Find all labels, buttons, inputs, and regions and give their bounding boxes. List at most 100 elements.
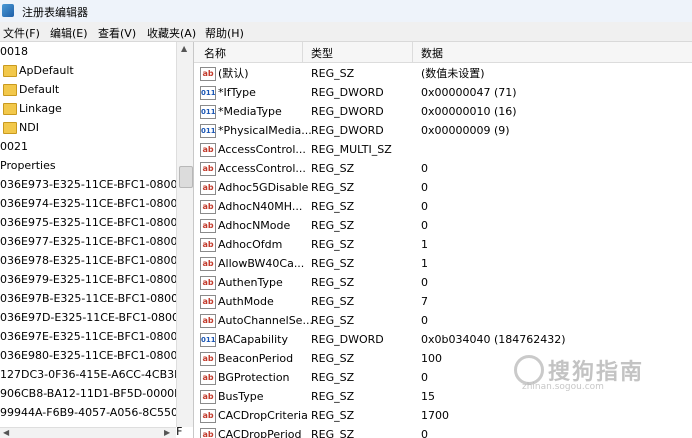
window-title: 注册表编辑器 xyxy=(22,6,88,19)
value-type: REG_SZ xyxy=(311,409,355,422)
value-name: AutoChannelSe... xyxy=(218,314,313,327)
value-data: (数值未设置) xyxy=(421,67,485,80)
tree-horizontal-scrollbar[interactable]: ◀ ▶ xyxy=(0,427,176,438)
value-data: 0 xyxy=(421,371,428,384)
value-type: REG_SZ xyxy=(311,371,355,384)
value-name: AdhocOfdm xyxy=(218,238,283,251)
value-data: 0x00000009 (9) xyxy=(421,124,510,137)
value-name: AdhocNMode xyxy=(218,219,291,232)
tree-item-label: 99944A-F6B9-4057-A056-8C5502 xyxy=(0,406,185,419)
string-value-icon: ab xyxy=(200,371,216,385)
value-data: 0 xyxy=(421,219,428,232)
tree-item-label: 036E97E-E325-11CE-BFC1-08002B xyxy=(0,330,193,343)
tree-item-label: ApDefault xyxy=(19,64,74,77)
value-data: 0 xyxy=(421,200,428,213)
value-data: 0 xyxy=(421,162,428,175)
watermark-url: zhinan.sogou.com xyxy=(522,382,604,392)
value-name: *IfType xyxy=(218,86,256,99)
sogou-logo-icon xyxy=(514,355,544,385)
value-type: REG_SZ xyxy=(311,257,355,270)
value-data: 0 xyxy=(421,181,428,194)
string-value-icon: ab xyxy=(200,67,216,81)
scroll-right-arrow-icon[interactable]: ▶ xyxy=(164,428,170,437)
value-type: REG_SZ xyxy=(311,428,355,438)
value-row[interactable]: ab BusType REG_SZ 15 xyxy=(194,387,692,406)
scroll-up-arrow-icon[interactable]: ▲ xyxy=(181,44,187,53)
value-name: BusType xyxy=(218,390,264,403)
value-type: REG_DWORD xyxy=(311,124,384,137)
tree-vertical-scrollbar[interactable]: ▲ xyxy=(176,42,193,427)
value-name: BACapability xyxy=(218,333,288,346)
tree-item-label: Linkage xyxy=(19,102,62,115)
value-type: REG_DWORD xyxy=(311,105,384,118)
value-data: 0x0b034040 (184762432) xyxy=(421,333,566,346)
value-data: 1 xyxy=(421,257,428,270)
string-value-icon: ab xyxy=(200,276,216,290)
column-name-header[interactable]: 名称 xyxy=(204,45,226,61)
value-type: REG_SZ xyxy=(311,162,355,175)
value-data: 0x00000047 (71) xyxy=(421,86,517,99)
value-row[interactable]: 011 BACapability REG_DWORD 0x0b034040 (1847… xyxy=(194,330,692,349)
value-type: REG_DWORD xyxy=(311,86,384,99)
scroll-thumb[interactable] xyxy=(179,166,193,188)
tree-item-label: NDI xyxy=(19,121,39,134)
value-row[interactable]: ab Adhoc5GDisable REG_SZ 0 xyxy=(194,178,692,197)
value-row[interactable]: ab AuthenType REG_SZ 0 xyxy=(194,273,692,292)
value-row[interactable]: ab AllowBW40Ca... REG_SZ 1 xyxy=(194,254,692,273)
menu-edit[interactable]: 编辑(E) xyxy=(50,25,88,41)
menu-help[interactable]: 帮助(H) xyxy=(205,25,244,41)
menu-view[interactable]: 查看(V) xyxy=(98,25,136,41)
tree-item-label: 036E97D-E325-11CE-BFC1-08002B xyxy=(0,311,194,324)
column-type-header[interactable]: 类型 xyxy=(311,45,333,61)
value-row[interactable]: ab (默认) REG_SZ (数值未设置) xyxy=(194,64,692,83)
value-data: 0 xyxy=(421,428,428,438)
registry-key-tree[interactable]: 0018 ApDefault Default Linkage NDI 0021 Proper… xyxy=(0,42,194,438)
column-data-header[interactable]: 数据 xyxy=(421,45,443,61)
value-row[interactable]: ab AccessControl... REG_MULTI_SZ xyxy=(194,140,692,159)
value-row[interactable]: ab CACDropCriteria REG_SZ 1700 xyxy=(194,406,692,425)
value-row[interactable]: 011 *MediaType REG_DWORD 0x00000010 (16) xyxy=(194,102,692,121)
value-row[interactable]: ab AdhocNMode REG_SZ 0 xyxy=(194,216,692,235)
binary-value-icon: 011 xyxy=(200,333,216,347)
value-row[interactable]: 011 *PhysicalMedia... REG_DWORD 0x00000009 … xyxy=(194,121,692,140)
value-name: AllowBW40Ca... xyxy=(218,257,305,270)
value-data: 100 xyxy=(421,352,442,365)
value-type: REG_SZ xyxy=(311,352,355,365)
value-row[interactable]: ab AdhocOfdm REG_SZ 1 xyxy=(194,235,692,254)
menu-bar: 文件(F) 编辑(E) 查看(V) 收藏夹(A) 帮助(H) xyxy=(0,22,692,42)
folder-icon xyxy=(3,103,17,115)
value-data: 0 xyxy=(421,314,428,327)
folder-icon xyxy=(3,65,17,77)
folder-icon xyxy=(3,84,17,96)
value-row[interactable]: ab AutoChannelSe... REG_SZ 0 xyxy=(194,311,692,330)
tree-item-label: 906CB8-BA12-11D1-BF5D-0000F8 xyxy=(0,387,188,400)
value-row[interactable]: 011 *IfType REG_DWORD 0x00000047 (71) xyxy=(194,83,692,102)
value-row[interactable]: ab AuthMode REG_SZ 7 xyxy=(194,292,692,311)
tree-item-label: 036E980-E325-11CE-BFC1-08002B xyxy=(0,349,193,362)
tree-item-label: 036E973-E325-11CE-BFC1-08002B xyxy=(0,178,193,191)
value-name: AuthMode xyxy=(218,295,274,308)
value-data: 15 xyxy=(421,390,435,403)
title-bar: 注册表编辑器 xyxy=(0,0,692,23)
value-row[interactable]: ab CACDropPeriod REG_SZ 0 xyxy=(194,425,692,438)
value-name: *MediaType xyxy=(218,105,282,118)
tree-item-label: 036E979-E325-11CE-BFC1-08002B xyxy=(0,273,193,286)
scroll-left-arrow-icon[interactable]: ◀ xyxy=(3,428,9,437)
menu-file[interactable]: 文件(F) xyxy=(3,25,40,41)
value-type: REG_SZ xyxy=(311,390,355,403)
value-row[interactable]: ab AdhocN40MH... REG_SZ 0 xyxy=(194,197,692,216)
string-value-icon: ab xyxy=(200,428,216,438)
string-value-icon: ab xyxy=(200,219,216,233)
string-value-icon: ab xyxy=(200,314,216,328)
value-name: *PhysicalMedia... xyxy=(218,124,312,137)
binary-value-icon: 011 xyxy=(200,86,216,100)
value-row[interactable]: ab AccessControl... REG_SZ 0 xyxy=(194,159,692,178)
value-data: 0x00000010 (16) xyxy=(421,105,517,118)
tree-item-label: 127DC3-0F36-415E-A6CC-4CB3BE xyxy=(0,368,189,381)
menu-favorites[interactable]: 收藏夹(A) xyxy=(147,25,196,41)
value-name: AccessControl... xyxy=(218,162,306,175)
string-value-icon: ab xyxy=(200,352,216,366)
regedit-app-icon xyxy=(2,4,14,17)
string-value-icon: ab xyxy=(200,143,216,157)
value-type: REG_SZ xyxy=(311,295,355,308)
